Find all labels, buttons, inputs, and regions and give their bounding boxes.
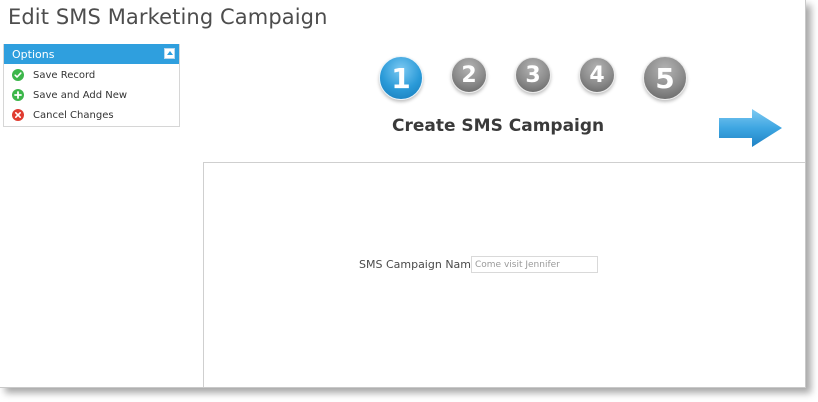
wizard-step-2[interactable]: 2 (451, 57, 487, 93)
cancel-changes-button[interactable]: Cancel Changes (12, 108, 114, 122)
arrow-right-icon[interactable] (718, 108, 784, 153)
save-and-add-new-button[interactable]: Save and Add New (12, 88, 127, 102)
options-header: Options (4, 44, 179, 64)
save-record-button[interactable]: Save Record (12, 68, 95, 82)
check-circle-icon (12, 69, 24, 81)
wizard-step-3[interactable]: 3 (515, 57, 551, 93)
options-title: Options (12, 48, 55, 61)
wizard-step-4[interactable]: 4 (579, 57, 615, 93)
plus-circle-icon (12, 89, 24, 101)
options-panel: Options Save Record Save and Add New Can… (3, 44, 180, 127)
campaign-name-input[interactable] (471, 256, 598, 273)
save-record-label: Save Record (33, 69, 96, 81)
save-and-add-new-label: Save and Add New (33, 89, 128, 101)
content-panel (203, 162, 805, 387)
cancel-changes-label: Cancel Changes (33, 109, 114, 121)
collapse-up-icon[interactable] (164, 48, 175, 59)
x-circle-icon (12, 109, 24, 121)
page-title: Edit SMS Marketing Campaign (8, 5, 328, 29)
step-title: Create SMS Campaign (392, 116, 605, 136)
wizard-step-1[interactable]: 1 (379, 56, 423, 100)
campaign-name-label: SMS Campaign Name (359, 258, 478, 271)
edit-campaign-window: Edit SMS Marketing Campaign Options Save… (0, 0, 806, 388)
wizard-step-5[interactable]: 5 (643, 56, 687, 100)
